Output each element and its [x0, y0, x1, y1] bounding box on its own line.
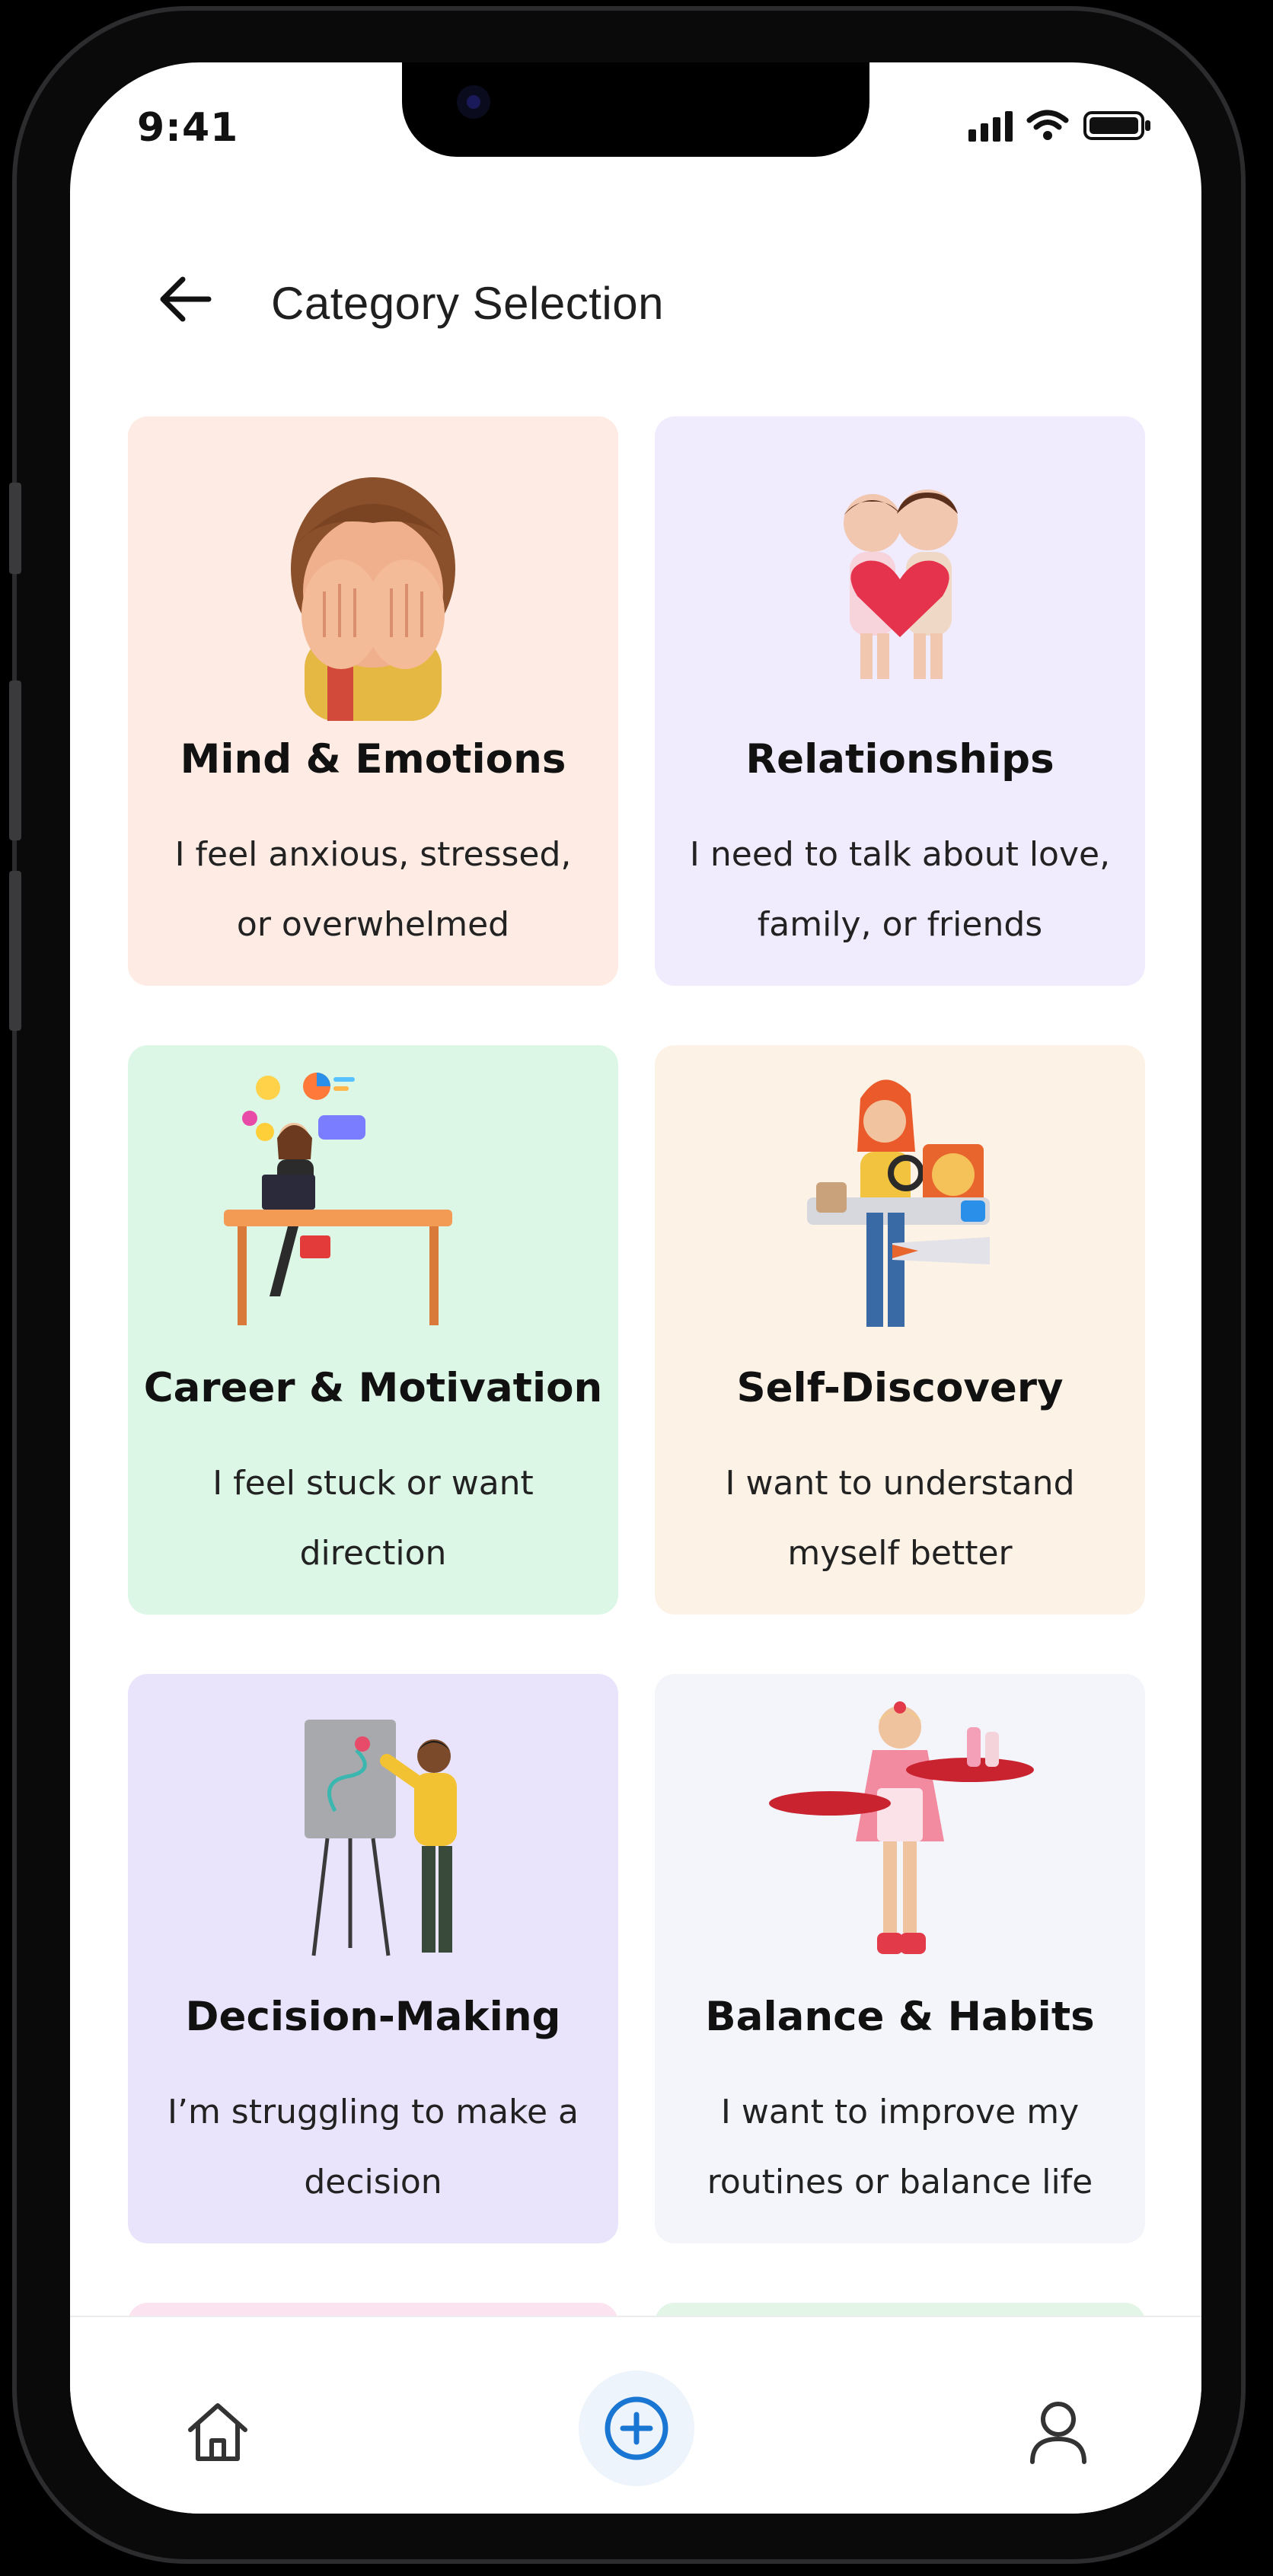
- child-covering-face-illustration: [291, 477, 455, 721]
- status-icons: [968, 108, 1153, 142]
- card-description: I feel anxious, stressed, or overwhelmed: [174, 835, 572, 944]
- card-title: Relationships: [745, 736, 1054, 783]
- nav-home-button[interactable]: [180, 2393, 256, 2469]
- page-title: Category Selection: [271, 278, 664, 329]
- profile-icon: [1030, 2402, 1086, 2464]
- volume-down-button: [9, 871, 21, 1031]
- back-button[interactable]: [154, 273, 215, 326]
- woman-with-search-illustration: [807, 1079, 990, 1327]
- category-card-relationships[interactable]: Relationships I need to talk about love,…: [655, 416, 1145, 986]
- card-title: Balance & Habits: [705, 1994, 1095, 2040]
- status-time: 9:41: [137, 105, 239, 151]
- category-card-career-motivation[interactable]: Career & Motivation I feel stuck or want…: [128, 1045, 618, 1615]
- bottom-nav: [70, 2316, 1201, 2514]
- wifi-icon: [1026, 110, 1069, 140]
- mute-switch: [9, 483, 21, 574]
- battery-icon: [1083, 111, 1150, 140]
- waitress-with-trays-illustration: [769, 1701, 1034, 1954]
- card-title: Mind & Emotions: [180, 736, 566, 783]
- couple-with-heart-illustration: [844, 489, 958, 679]
- category-card-balance-habits[interactable]: Balance & Habits I want to improve my ro…: [655, 1674, 1145, 2243]
- nav-profile-button[interactable]: [1020, 2393, 1096, 2469]
- app-screen: 9:41 Category Selection Mind & Emotions …: [70, 62, 1201, 2514]
- plus-circle-icon: [605, 2396, 668, 2460]
- card-description: I need to talk about love, family, or fr…: [689, 835, 1111, 944]
- card-description: I’m struggling to make a decision: [168, 2093, 579, 2201]
- arrow-left-icon: [160, 276, 212, 322]
- front-camera: [457, 85, 490, 119]
- category-card-self-discovery[interactable]: Self-Discovery I want to understand myse…: [655, 1045, 1145, 1615]
- home-icon: [188, 2403, 247, 2461]
- cellular-signal-icon: [968, 108, 1013, 142]
- card-description: I want to improve my routines or balance…: [707, 2093, 1093, 2201]
- volume-up-button: [9, 681, 21, 840]
- nav-add-button[interactable]: [579, 2370, 694, 2486]
- woman-at-desk-illustration: [224, 1073, 452, 1325]
- card-title: Self-Discovery: [736, 1365, 1064, 1411]
- card-title: Career & Motivation: [143, 1365, 603, 1411]
- header: Category Selection: [70, 253, 1201, 344]
- card-description: I feel stuck or want direction: [212, 1464, 534, 1573]
- card-title: Decision-Making: [185, 1994, 561, 2040]
- category-card-mind-emotions[interactable]: Mind & Emotions I feel anxious, stressed…: [128, 416, 618, 986]
- card-description: I want to understand myself better: [725, 1464, 1075, 1573]
- category-card-decision-making[interactable]: Decision-Making I’m struggling to make a…: [128, 1674, 618, 2243]
- man-at-whiteboard-illustration: [305, 1720, 457, 1956]
